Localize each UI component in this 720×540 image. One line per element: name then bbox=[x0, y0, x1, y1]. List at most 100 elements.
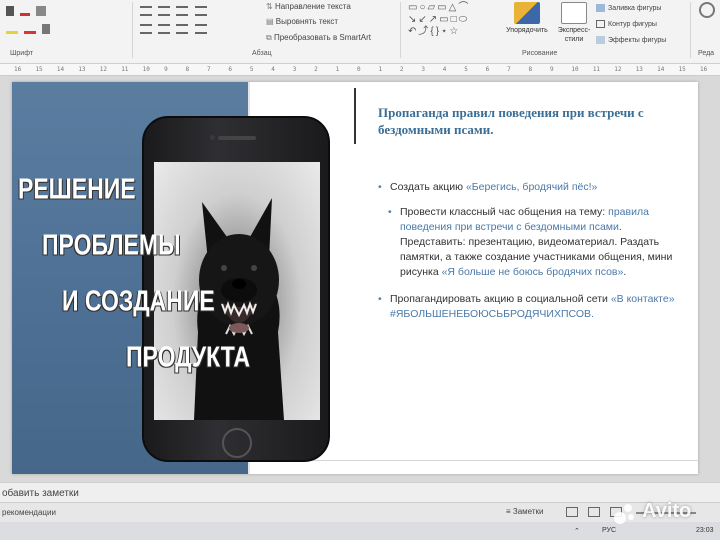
shape-effects-button[interactable]: Эффекты фигуры bbox=[596, 36, 666, 44]
status-bar: рекомендации ≡ Заметки bbox=[0, 502, 720, 522]
slide-sorter-icon[interactable] bbox=[588, 507, 600, 517]
ruler-tick: 13 bbox=[635, 66, 643, 73]
chevron-up-icon[interactable]: ⌃ bbox=[574, 527, 580, 535]
ruler-tick: 7 bbox=[507, 66, 511, 73]
bullet-item: Создать акцию «Берегись, бродячий пёс!» bbox=[378, 180, 688, 195]
ruler-tick: 1 bbox=[335, 66, 340, 73]
bullet-item: Пропагандировать акцию в социальной сети… bbox=[378, 292, 688, 322]
phone-speaker bbox=[218, 136, 256, 140]
group-divider bbox=[690, 2, 691, 58]
notes-pane[interactable]: обавить заметки bbox=[0, 482, 720, 502]
quick-styles-icon bbox=[561, 2, 587, 24]
ruler-tick: 3 bbox=[421, 66, 425, 73]
slide-editor: РЕШЕНИЕ ПРОБЛЕМЫ И СОЗДАНИЕ ПРОДУКТА Про… bbox=[0, 76, 720, 482]
add-notes-placeholder[interactable]: обавить заметки bbox=[2, 488, 79, 499]
find-button[interactable] bbox=[696, 2, 718, 20]
phone-camera bbox=[210, 135, 215, 140]
avito-logo-icon bbox=[614, 504, 642, 526]
effects-icon bbox=[596, 36, 605, 44]
paragraph-group-label: Абзац bbox=[252, 50, 272, 57]
bottom-rule bbox=[250, 460, 698, 461]
shape-outline-label: Контур фигуры bbox=[608, 20, 657, 28]
font-tools[interactable] bbox=[6, 6, 50, 16]
ruler-tick: 14 bbox=[56, 66, 65, 73]
normal-view-icon[interactable] bbox=[566, 507, 578, 517]
ruler-tick: 10 bbox=[571, 66, 579, 73]
keyboard-language[interactable]: РУС bbox=[602, 527, 616, 534]
bullet-text: . bbox=[623, 266, 627, 278]
text-direction-icon: ⇅ bbox=[266, 2, 275, 11]
arrange-label: Упорядочить bbox=[506, 27, 548, 34]
align-text-button[interactable]: ▤ Выровнять текст bbox=[266, 17, 338, 26]
ruler-tick: 0 bbox=[357, 66, 361, 73]
ruler-tick: 12 bbox=[99, 66, 107, 73]
group-divider bbox=[400, 2, 401, 58]
notes-toggle-label: Заметки bbox=[512, 507, 544, 516]
ruler-tick: 6 bbox=[228, 66, 232, 73]
ruler-tick: 10 bbox=[142, 66, 150, 73]
slide-title[interactable]: Пропаганда правил поведения при встречи … bbox=[378, 104, 678, 138]
quick-styles-button[interactable]: Экспресс- стили bbox=[556, 2, 592, 44]
slogan-line-3: И СОЗДАНИЕ bbox=[62, 284, 215, 317]
align-text-label: Выровнять текст bbox=[275, 17, 339, 26]
drawing-group-label: Рисование bbox=[522, 50, 558, 57]
phone-home-button bbox=[222, 428, 252, 458]
shape-fill-label: Заливка фигуры bbox=[608, 4, 662, 12]
shape-fill-button[interactable]: Заливка фигуры bbox=[596, 4, 661, 12]
paint-bucket-icon bbox=[596, 4, 605, 12]
font-color-tools[interactable] bbox=[6, 24, 54, 34]
ruler-tick: 4 bbox=[442, 66, 447, 73]
ruler-tick: 16 bbox=[14, 66, 22, 73]
watermark: Avito bbox=[642, 500, 692, 522]
shape-effects-label: Эффекты фигуры bbox=[608, 36, 667, 44]
ruler-tick: 11 bbox=[592, 66, 601, 73]
search-icon bbox=[699, 2, 715, 18]
notes-icon: ≡ bbox=[506, 507, 513, 516]
ruler-tick: 14 bbox=[657, 66, 665, 73]
slide[interactable]: РЕШЕНИЕ ПРОБЛЕМЫ И СОЗДАНИЕ ПРОДУКТА Про… bbox=[12, 82, 698, 474]
ruler-tick: 3 bbox=[292, 66, 297, 73]
quick-styles-label: Экспресс- bbox=[557, 27, 591, 34]
content-placeholder[interactable]: Создать акцию «Берегись, бродячий пёс!» … bbox=[378, 180, 688, 332]
ruler-tick: 2 bbox=[399, 66, 404, 73]
ruler-tick: 5 bbox=[249, 66, 254, 73]
ruler-tick: 15 bbox=[35, 66, 43, 73]
ruler-tick: 7 bbox=[206, 66, 211, 73]
os-taskbar: ⌃ РУС 23:03 bbox=[0, 522, 720, 540]
align-text-icon: ▤ bbox=[266, 17, 276, 26]
notes-toggle-button[interactable]: ≡ Заметки bbox=[506, 507, 544, 516]
convert-smartart-button[interactable]: ⧉ Преобразовать в SmartArt bbox=[266, 33, 371, 43]
convert-smartart-label: Преобразовать в SmartArt bbox=[273, 33, 371, 42]
title-accent-line bbox=[354, 88, 356, 144]
ruler-tick: 15 bbox=[678, 66, 686, 73]
ruler-tick: 13 bbox=[78, 66, 86, 73]
text-direction-label: Направление текста bbox=[274, 2, 351, 11]
status-text: рекомендации bbox=[2, 508, 56, 517]
shapes-gallery[interactable]: ▭○▱▭△⌒ ↘↙↗▭□⬭ ↶⤴{}⋆☆ bbox=[408, 2, 502, 38]
arrange-button[interactable]: Упорядочить bbox=[502, 2, 552, 35]
ruler-tick: 9 bbox=[164, 66, 168, 73]
bullet-text: Создать акцию bbox=[390, 181, 466, 193]
ruler-tick: 2 bbox=[314, 66, 318, 73]
bullet-text: Провести классный час общения на тему: bbox=[400, 206, 609, 218]
ribbon: Шрифт ⇅ Направление текста ▤ Выровнять т… bbox=[0, 0, 720, 64]
font-group-label: Шрифт bbox=[10, 50, 34, 57]
quick-styles-label-2: стили bbox=[564, 36, 584, 43]
ruler-tick: 12 bbox=[614, 66, 622, 73]
powerpoint-window: Шрифт ⇅ Направление текста ▤ Выровнять т… bbox=[0, 0, 720, 540]
group-divider bbox=[132, 2, 133, 58]
ruler-tick: 5 bbox=[464, 66, 468, 73]
align-tools[interactable] bbox=[140, 24, 211, 34]
clock[interactable]: 23:03 bbox=[696, 527, 714, 534]
ruler-tick: 9 bbox=[549, 66, 554, 73]
text-direction-button[interactable]: ⇅ Направление текста bbox=[266, 2, 351, 11]
horizontal-ruler[interactable]: 16 15 14 13 12 11 10 9 8 7 6 5 4 3 2 1 0 1 2 3 4 5 6 7 8 9 10 11 12 1… bbox=[0, 64, 720, 76]
sub-bullet-item: Провести классный час общения на тему: п… bbox=[378, 205, 688, 280]
ruler-tick: 6 bbox=[485, 66, 490, 73]
slogan-line-4: ПРОДУКТА bbox=[126, 340, 250, 373]
shape-outline-button[interactable]: Контур фигуры bbox=[596, 20, 657, 28]
bullet-text: Пропагандировать акцию в социальной сети bbox=[390, 293, 611, 305]
smartart-icon: ⧉ bbox=[266, 33, 274, 42]
list-tools[interactable] bbox=[140, 6, 211, 16]
ruler-tick: 8 bbox=[528, 66, 533, 73]
